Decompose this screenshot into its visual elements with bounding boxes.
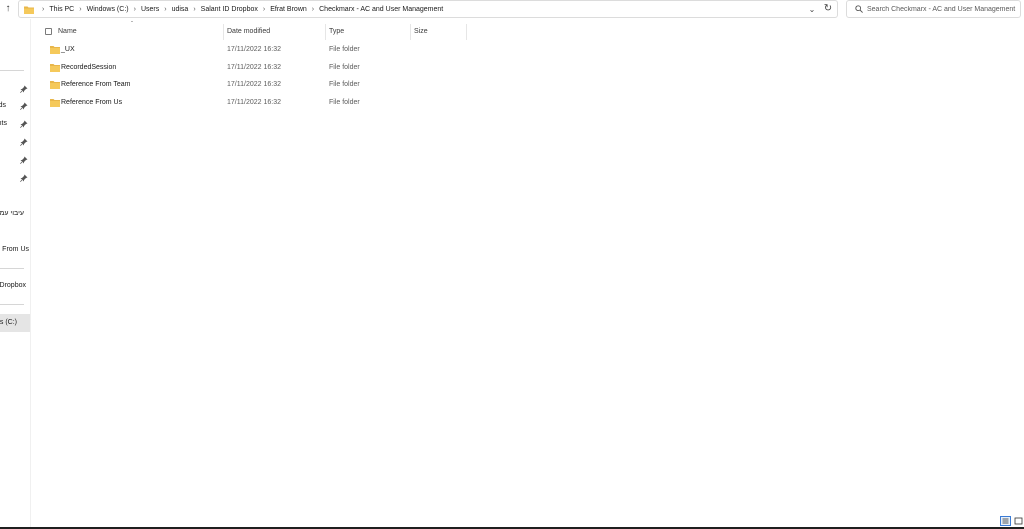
column-header-date-modified[interactable]: Date modified (227, 24, 270, 40)
address-history-button[interactable]: ⌄ (806, 4, 818, 16)
folder-icon (24, 6, 34, 14)
file-name[interactable]: RecordedSession (61, 59, 116, 76)
address-toolbar: ↑ › This PC › Windows (C:) › Users › udisa › Sala… (0, 0, 1024, 19)
pin-icon[interactable] (20, 85, 28, 93)
pin-icon[interactable] (20, 138, 28, 146)
column-header-type[interactable]: Type (329, 24, 344, 40)
file-row[interactable]: Reference From Us 17/11/2022 16:32 File … (45, 94, 475, 111)
chevron-right-icon[interactable]: › (164, 1, 166, 19)
file-name[interactable]: Reference From Us (61, 94, 122, 111)
details-view-icon (1002, 518, 1009, 524)
chevron-right-icon[interactable]: › (312, 1, 314, 19)
nav-item-dropbox[interactable]: Dropbox (0, 278, 30, 294)
refresh-icon: ↻ (823, 3, 833, 14)
nav-item-windows-c[interactable]: s (C:) (0, 314, 30, 332)
file-date: 17/11/2022 16:32 (227, 99, 281, 106)
chevron-right-icon: › (42, 6, 45, 13)
breadcrumb-item[interactable]: This PC (49, 6, 74, 13)
large-icons-view-button[interactable] (1013, 516, 1024, 526)
file-date: 17/11/2022 16:32 (227, 81, 281, 88)
select-all-checkbox[interactable] (45, 28, 52, 35)
nav-item-label: nts (0, 120, 7, 127)
column-divider[interactable] (223, 24, 224, 40)
nav-item-label: עיבוי עמ (0, 210, 24, 217)
folder-icon (50, 64, 60, 72)
navigation-pane[interactable]: ds nts עיבוי עמ e From Us Dropbox s (C:) (0, 19, 31, 529)
file-row[interactable]: Reference From Team 17/11/2022 16:32 Fil… (45, 76, 475, 93)
file-type: File folder (329, 46, 360, 53)
nav-divider (0, 70, 24, 71)
address-bar[interactable]: › This PC › Windows (C:) › Users › udisa › Salant… (18, 0, 838, 18)
chevron-right-icon[interactable]: › (134, 1, 136, 19)
thumbnail-view-icon (1014, 517, 1023, 525)
pin-icon[interactable] (20, 120, 28, 128)
breadcrumb-item[interactable]: Users (141, 6, 159, 13)
file-row[interactable]: RecordedSession 17/11/2022 16:32 File fo… (45, 59, 475, 76)
file-list[interactable]: ˆ Name Date modified Type Size _UX 17/11… (31, 19, 1024, 515)
search-icon (855, 5, 863, 13)
file-type: File folder (329, 81, 360, 88)
nav-item-reference-from-us[interactable]: e From Us (0, 242, 30, 258)
nav-divider (0, 304, 24, 305)
nav-divider (0, 268, 24, 269)
arrow-up-icon: ↑ (5, 3, 11, 14)
column-divider[interactable] (410, 24, 411, 40)
nav-item-label: Dropbox (0, 282, 26, 289)
pin-icon[interactable] (20, 156, 28, 164)
search-box[interactable] (846, 0, 1021, 18)
nav-item-label: s (C:) (0, 319, 17, 326)
chevron-right-icon[interactable]: › (79, 1, 81, 19)
refresh-button[interactable]: ↻ (821, 2, 835, 16)
breadcrumb: › This PC › Windows (C:) › Users › udisa › Salant… (37, 1, 443, 19)
folder-icon (50, 81, 60, 89)
file-date: 17/11/2022 16:32 (227, 64, 281, 71)
breadcrumb-item[interactable]: Windows (C:) (87, 6, 129, 13)
chevron-down-icon: ⌄ (808, 5, 816, 14)
column-header-name[interactable]: Name (58, 24, 77, 40)
folder-icon (50, 46, 60, 54)
search-input[interactable] (867, 2, 1017, 16)
breadcrumb-item[interactable]: Efrat Brown (270, 6, 307, 13)
column-divider[interactable] (325, 24, 326, 40)
breadcrumb-item-current[interactable]: Checkmarx - AC and User Management (319, 6, 443, 13)
file-date: 17/11/2022 16:32 (227, 46, 281, 53)
sort-ascending-icon: ˆ (131, 22, 133, 28)
column-divider[interactable] (466, 24, 467, 40)
column-header-size[interactable]: Size (414, 24, 428, 40)
chevron-right-icon[interactable]: › (263, 1, 265, 19)
up-arrow-button[interactable]: ↑ (2, 3, 14, 15)
file-type: File folder (329, 64, 360, 71)
file-name[interactable]: Reference From Team (61, 76, 131, 93)
nav-item-label: e From Us (0, 246, 29, 253)
details-view-button[interactable] (1000, 516, 1011, 526)
nav-item-hebrew-folder[interactable]: עיבוי עמ (0, 206, 30, 222)
file-row[interactable]: _UX 17/11/2022 16:32 File folder (45, 41, 475, 58)
nav-item-label: ds (0, 102, 6, 109)
chevron-right-icon[interactable]: › (193, 1, 195, 19)
breadcrumb-item[interactable]: Salant ID Dropbox (201, 6, 258, 13)
folder-icon (50, 99, 60, 107)
pin-icon[interactable] (20, 102, 28, 110)
breadcrumb-item[interactable]: udisa (172, 6, 189, 13)
file-name[interactable]: _UX (61, 41, 75, 58)
file-type: File folder (329, 99, 360, 106)
pin-icon[interactable] (20, 174, 28, 182)
